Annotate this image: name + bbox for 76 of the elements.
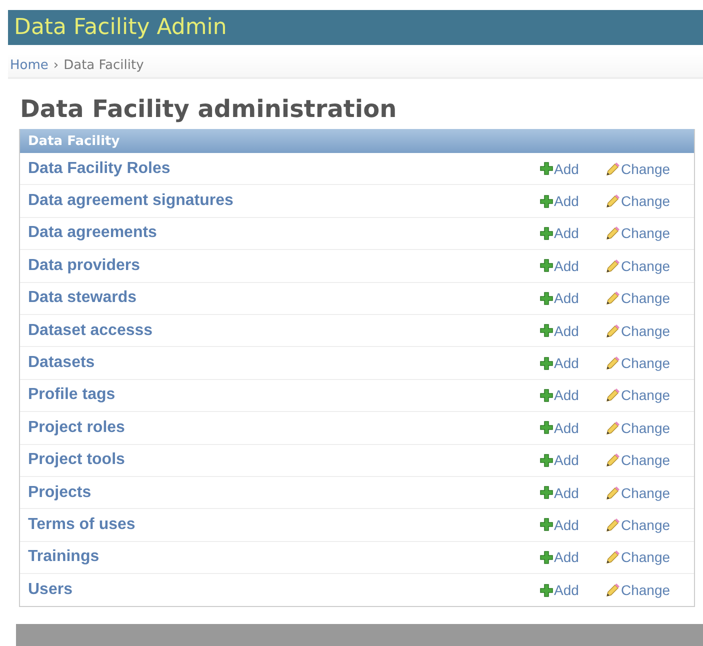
pencil-icon (606, 356, 620, 370)
pencil-icon (606, 453, 620, 468)
add-link[interactable]: Add (540, 160, 606, 177)
pencil-icon (606, 518, 620, 532)
plus-icon (540, 486, 553, 500)
model-link[interactable]: Data Facility Roles (28, 160, 540, 178)
model-link[interactable]: Datasets (28, 354, 540, 372)
pencil-icon (606, 420, 620, 435)
model-link[interactable]: Terms of uses (28, 516, 540, 534)
add-link[interactable]: Add (540, 452, 606, 468)
add-link[interactable]: Add (540, 290, 606, 306)
change-link[interactable]: Change (606, 420, 694, 436)
add-link[interactable]: Add (540, 582, 606, 598)
add-link[interactable]: Add (540, 322, 606, 339)
change-link[interactable]: Change (606, 322, 694, 339)
change-link[interactable]: Change (606, 355, 694, 372)
add-link[interactable]: Add (540, 225, 606, 242)
module-caption: Data Facility (20, 129, 694, 153)
pencil-icon (606, 258, 620, 273)
model-link[interactable]: Dataset accesss (28, 322, 540, 340)
plus-icon (540, 584, 553, 597)
plus-icon (540, 356, 553, 370)
pencil-icon (606, 226, 620, 240)
pencil-icon (606, 162, 620, 176)
pencil-icon (606, 291, 620, 306)
breadcrumb-separator: › (53, 58, 59, 72)
change-link[interactable]: Change (606, 225, 694, 242)
pencil-icon (606, 486, 620, 500)
change-link[interactable]: Change (606, 549, 694, 566)
pencil-icon (606, 550, 620, 564)
site-title: Data Facility Admin (14, 15, 227, 40)
add-link[interactable]: Add (540, 258, 606, 274)
plus-icon (540, 259, 553, 272)
change-link[interactable]: Change (606, 193, 694, 210)
pencil-icon (606, 388, 620, 402)
change-link[interactable]: Change (606, 160, 694, 177)
plus-icon (540, 324, 553, 338)
plus-icon (540, 518, 553, 532)
add-link[interactable]: Add (540, 193, 606, 210)
change-link[interactable]: Change (606, 387, 694, 404)
plus-icon (540, 226, 553, 240)
model-link[interactable]: Projects (28, 484, 540, 502)
model-link[interactable]: Trainings (28, 548, 540, 566)
add-link[interactable]: Add (540, 355, 606, 372)
plus-icon (540, 421, 553, 434)
change-link[interactable]: Change (606, 290, 694, 306)
change-link[interactable]: Change (606, 484, 694, 501)
change-link[interactable]: Change (606, 582, 694, 598)
plus-icon (540, 162, 553, 176)
home-link[interactable]: Home (10, 58, 48, 72)
model-link[interactable]: Profile tags (28, 386, 540, 404)
model-link[interactable]: Project roles (28, 418, 540, 437)
add-link[interactable]: Add (540, 387, 606, 404)
pencil-icon (606, 324, 620, 338)
plus-icon (540, 454, 553, 467)
change-link[interactable]: Change (606, 516, 694, 533)
change-link[interactable]: Change (606, 452, 694, 468)
page-title: Data Facility administration (20, 95, 398, 123)
model-link[interactable]: Project tools (28, 451, 540, 470)
plus-icon (540, 292, 553, 305)
add-link[interactable]: Add (540, 420, 606, 436)
model-link[interactable]: Data agreements (28, 224, 540, 242)
plus-icon (540, 550, 553, 564)
model-link[interactable]: Data agreement signatures (28, 192, 540, 210)
plus-icon (540, 388, 553, 402)
add-link[interactable]: Add (540, 516, 606, 533)
plus-icon (540, 194, 553, 208)
change-link[interactable]: Change (606, 258, 694, 274)
model-link[interactable]: Data stewards (28, 289, 540, 308)
add-link[interactable]: Add (540, 549, 606, 566)
model-link[interactable]: Data providers (28, 256, 540, 275)
pencil-icon (606, 194, 620, 208)
add-link[interactable]: Add (540, 484, 606, 501)
pencil-icon (606, 583, 620, 598)
model-link[interactable]: Users (28, 581, 540, 600)
breadcrumb-current: Data Facility (64, 58, 144, 72)
